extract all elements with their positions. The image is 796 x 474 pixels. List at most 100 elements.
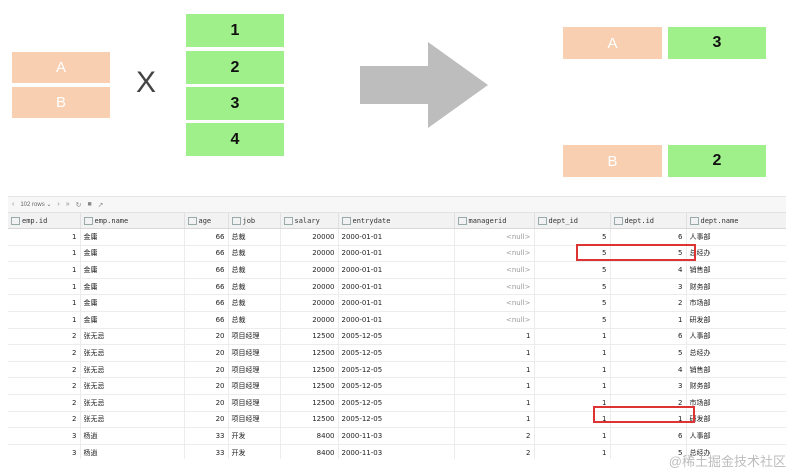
- table-cell[interactable]: 5: [534, 261, 611, 279]
- table-cell[interactable]: 人事部: [686, 328, 786, 346]
- table-cell[interactable]: 3: [610, 377, 687, 395]
- table-cell[interactable]: <null>: [454, 294, 535, 312]
- column-header-5[interactable]: entrydate: [338, 213, 455, 229]
- table-cell[interactable]: 2000-01-01: [338, 245, 455, 263]
- table-cell[interactable]: 2: [454, 427, 535, 445]
- table-cell[interactable]: 张无忌: [80, 377, 185, 395]
- table-cell[interactable]: 财务部: [686, 377, 786, 395]
- table-cell[interactable]: 2000-01-01: [338, 294, 455, 312]
- table-cell[interactable]: 5: [534, 311, 611, 329]
- table-cell[interactable]: 33: [184, 444, 229, 459]
- table-row[interactable]: 2 张无忌 20 项目经理 12500 2005-12-05 1 1 5 总经办: [8, 344, 786, 362]
- stop-icon[interactable]: ■: [88, 201, 92, 208]
- table-cell[interactable]: 2005-12-05: [338, 394, 455, 412]
- table-cell[interactable]: 金庸: [80, 228, 185, 246]
- table-cell[interactable]: 2000-01-01: [338, 261, 455, 279]
- table-cell[interactable]: 金庸: [80, 278, 185, 296]
- prev-page-icon[interactable]: ‹: [12, 201, 14, 208]
- table-cell[interactable]: 12500: [280, 361, 339, 379]
- table-cell[interactable]: 33: [184, 427, 229, 445]
- table-cell[interactable]: <null>: [454, 228, 535, 246]
- table-cell[interactable]: 20000: [280, 278, 339, 296]
- table-cell[interactable]: <null>: [454, 278, 535, 296]
- table-cell[interactable]: 2: [8, 377, 81, 395]
- table-cell[interactable]: 20: [184, 394, 229, 412]
- table-cell[interactable]: <null>: [454, 311, 535, 329]
- table-cell[interactable]: 2: [8, 394, 81, 412]
- table-cell[interactable]: 研发部: [686, 311, 786, 329]
- table-cell[interactable]: 3: [8, 444, 81, 459]
- table-cell[interactable]: 8400: [280, 427, 339, 445]
- table-cell[interactable]: 开发: [228, 444, 281, 459]
- table-cell[interactable]: 2: [8, 344, 81, 362]
- table-cell[interactable]: 销售部: [686, 361, 786, 379]
- pin-icon[interactable]: ➚: [98, 201, 104, 209]
- table-cell[interactable]: 12500: [280, 377, 339, 395]
- table-cell[interactable]: 1: [8, 278, 81, 296]
- table-row[interactable]: 1 金庸 66 总裁 20000 2000-01-01 <null> 5 1 研发部: [8, 311, 786, 329]
- table-cell[interactable]: 总裁: [228, 278, 281, 296]
- table-cell[interactable]: 2000-11-03: [338, 444, 455, 459]
- table-cell[interactable]: 12500: [280, 394, 339, 412]
- table-cell[interactable]: 5: [534, 278, 611, 296]
- table-cell[interactable]: 总裁: [228, 294, 281, 312]
- table-cell[interactable]: 总经办: [686, 344, 786, 362]
- table-cell[interactable]: 总裁: [228, 261, 281, 279]
- table-cell[interactable]: 66: [184, 278, 229, 296]
- table-cell[interactable]: 总裁: [228, 311, 281, 329]
- table-cell[interactable]: 66: [184, 294, 229, 312]
- table-cell[interactable]: 4: [610, 261, 687, 279]
- table-cell[interactable]: 项目经理: [228, 411, 281, 429]
- table-cell[interactable]: 总裁: [228, 228, 281, 246]
- table-cell[interactable]: 2: [8, 328, 81, 346]
- table-cell[interactable]: 1: [8, 311, 81, 329]
- table-cell[interactable]: 2005-12-05: [338, 361, 455, 379]
- table-cell[interactable]: 1: [8, 245, 81, 263]
- table-cell[interactable]: 20000: [280, 261, 339, 279]
- table-cell[interactable]: 2: [454, 444, 535, 459]
- table-cell[interactable]: 1: [454, 394, 535, 412]
- table-cell[interactable]: 66: [184, 261, 229, 279]
- table-cell[interactable]: 项目经理: [228, 344, 281, 362]
- column-header-9[interactable]: dept.name: [686, 213, 786, 229]
- table-cell[interactable]: 杨逍: [80, 427, 185, 445]
- table-cell[interactable]: <null>: [454, 245, 535, 263]
- table-cell[interactable]: 12500: [280, 344, 339, 362]
- table-cell[interactable]: 2005-12-05: [338, 344, 455, 362]
- column-header-0[interactable]: emp.id: [8, 213, 81, 229]
- table-cell[interactable]: 2000-11-03: [338, 427, 455, 445]
- table-cell[interactable]: 2005-12-05: [338, 411, 455, 429]
- table-cell[interactable]: 销售部: [686, 261, 786, 279]
- table-cell[interactable]: 2005-12-05: [338, 328, 455, 346]
- table-cell[interactable]: 20000: [280, 294, 339, 312]
- table-cell[interactable]: 6: [610, 328, 687, 346]
- table-cell[interactable]: 1: [8, 228, 81, 246]
- table-cell[interactable]: 20000: [280, 311, 339, 329]
- table-cell[interactable]: 项目经理: [228, 394, 281, 412]
- column-header-4[interactable]: salary: [280, 213, 339, 229]
- table-cell[interactable]: 金庸: [80, 245, 185, 263]
- table-cell[interactable]: 市场部: [686, 294, 786, 312]
- table-cell[interactable]: 项目经理: [228, 377, 281, 395]
- table-cell[interactable]: 1: [610, 311, 687, 329]
- table-cell[interactable]: 2000-01-01: [338, 278, 455, 296]
- table-cell[interactable]: 1: [454, 377, 535, 395]
- table-cell[interactable]: 市场部: [686, 394, 786, 412]
- table-cell[interactable]: 1: [534, 427, 611, 445]
- table-cell[interactable]: 5: [534, 294, 611, 312]
- table-cell[interactable]: 3: [610, 278, 687, 296]
- table-cell[interactable]: 1: [8, 261, 81, 279]
- table-cell[interactable]: 1: [534, 377, 611, 395]
- table-cell[interactable]: 6: [610, 427, 687, 445]
- table-cell[interactable]: 66: [184, 311, 229, 329]
- table-cell[interactable]: 1: [454, 344, 535, 362]
- column-header-6[interactable]: managerid: [454, 213, 535, 229]
- table-cell[interactable]: 1: [454, 411, 535, 429]
- column-header-8[interactable]: dept.id: [610, 213, 687, 229]
- table-cell[interactable]: 20: [184, 328, 229, 346]
- table-cell[interactable]: 金庸: [80, 294, 185, 312]
- table-cell[interactable]: 4: [610, 361, 687, 379]
- table-cell[interactable]: 1: [534, 344, 611, 362]
- table-cell[interactable]: 1: [454, 361, 535, 379]
- table-cell[interactable]: 金庸: [80, 261, 185, 279]
